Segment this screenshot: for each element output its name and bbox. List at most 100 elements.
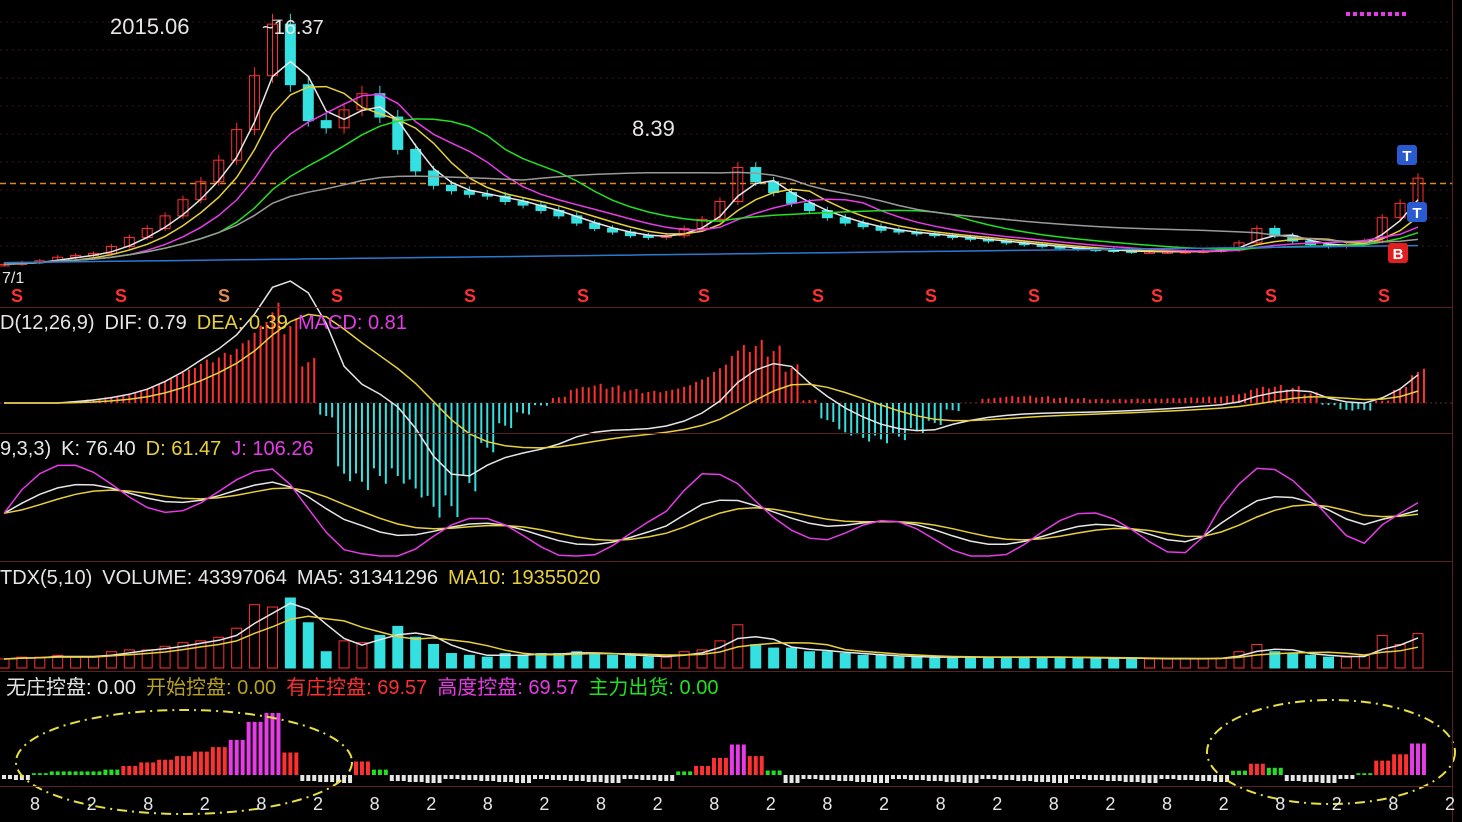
volume-bar xyxy=(624,654,636,669)
volume-bar xyxy=(589,653,601,669)
volume-bar xyxy=(660,656,672,669)
x-tick-label: 2 xyxy=(1218,794,1229,814)
x-tick-label: 8 xyxy=(143,794,154,814)
vol-ma10: MA10: 19355020 xyxy=(448,567,601,589)
x-tick-label: 2 xyxy=(539,794,550,814)
volume-bar xyxy=(875,654,887,669)
kdj-legend: 9,3,3) K: 76.40 D: 61.47 J: 106.26 xyxy=(0,438,324,460)
x-tick-label: 8 xyxy=(596,794,607,814)
volume-bar xyxy=(1233,651,1245,669)
volume-bar xyxy=(195,640,207,669)
kdj-d: D: 61.47 xyxy=(145,438,222,460)
sell-marker: S xyxy=(218,286,230,306)
ctrl-none: 无庄控盘: 0.00 xyxy=(6,677,137,699)
volume-bar xyxy=(607,654,619,669)
volume-bar xyxy=(392,625,404,669)
volume-bar xyxy=(929,656,941,669)
right-border xyxy=(1452,0,1453,822)
volume-bar xyxy=(481,656,493,669)
volume-bar xyxy=(1394,643,1406,669)
volume-bar xyxy=(768,647,780,669)
volume-bar xyxy=(1000,656,1012,669)
ctrl-has: 有庄控盘: 69.57 xyxy=(286,677,428,699)
candle-body xyxy=(445,184,457,192)
kdj-j: J: 106.26 xyxy=(231,438,314,460)
macd-dea-line xyxy=(4,313,1419,449)
x-tick-label: 8 xyxy=(482,794,493,814)
macd-prefix: D(12,26,9) xyxy=(0,312,95,334)
x-tick-label: 8 xyxy=(1388,794,1399,814)
volume-bar xyxy=(410,636,422,669)
sell-marker: S xyxy=(331,286,343,306)
volume-bar xyxy=(1018,656,1030,669)
ctrl-high: 高度控盘: 69.57 xyxy=(437,677,579,699)
divider-kdj-vol xyxy=(0,561,1452,562)
volume-bar xyxy=(642,656,654,669)
x-tick-label: 2 xyxy=(1105,794,1116,814)
volume-bar xyxy=(302,622,314,669)
b-marker-text: B xyxy=(1393,246,1404,263)
volume-bar xyxy=(1144,658,1156,669)
x-tick-label: 2 xyxy=(992,794,1003,814)
volume-bar xyxy=(1108,657,1120,669)
x-tick-label: 2 xyxy=(426,794,437,814)
x-tick-label: 2 xyxy=(1445,794,1456,814)
ma-line-magenta xyxy=(3,93,1419,266)
volume-bar xyxy=(1251,643,1263,669)
volume-bar xyxy=(1161,658,1173,669)
volume-bar xyxy=(893,656,905,669)
x-tick-label: 2 xyxy=(86,794,97,814)
peak-value-label: ~16.37 xyxy=(262,17,324,39)
kdj-j-line xyxy=(3,464,1419,557)
volume-bar xyxy=(965,656,977,669)
volume-bar xyxy=(1036,656,1048,669)
sell-marker: S xyxy=(1265,286,1277,306)
volume-bar xyxy=(553,653,565,669)
x-tick-label: 2 xyxy=(199,794,210,814)
volume-bar xyxy=(535,653,547,669)
ma-line-blue xyxy=(3,244,1419,264)
candle-body xyxy=(320,120,332,129)
edge-label: 7/1 xyxy=(2,270,25,287)
volume-bar xyxy=(463,654,475,669)
volume-bar xyxy=(338,640,350,669)
t-marker-text: T xyxy=(1412,205,1421,222)
sell-marker: S xyxy=(464,286,476,306)
kdj-k: K: 76.40 xyxy=(61,438,136,460)
ctrl-start: 开始控盘: 0.00 xyxy=(146,677,277,699)
divider-ctrl-axis xyxy=(0,786,1452,787)
volume-ma5-line xyxy=(3,602,1419,660)
volume-bar xyxy=(517,654,529,669)
sell-marker: S xyxy=(698,286,710,306)
volume-bar xyxy=(428,643,440,669)
volume-bar xyxy=(982,656,994,669)
volume-bar xyxy=(1215,657,1227,669)
sell-marker: S xyxy=(1028,286,1040,306)
volume-bar xyxy=(857,654,869,669)
volume-bar xyxy=(1305,654,1317,669)
x-tick-label: 8 xyxy=(1048,794,1059,814)
t-marker-text: T xyxy=(1402,148,1411,165)
candle-body xyxy=(428,170,440,186)
macd-dea: DEA: 0.39 xyxy=(196,312,288,334)
x-tick-label: 8 xyxy=(1162,794,1173,814)
volume-bar xyxy=(1054,656,1066,669)
candle-body xyxy=(302,84,314,122)
volume-bar xyxy=(1179,658,1191,669)
volume-bar xyxy=(1072,657,1084,669)
sell-marker: S xyxy=(115,286,127,306)
x-tick-label: 8 xyxy=(256,794,267,814)
volume-bar xyxy=(1090,657,1102,669)
sell-marker: S xyxy=(812,286,824,306)
divider-price-macd xyxy=(0,307,1452,308)
macd-value: MACD: 0.81 xyxy=(297,312,407,334)
x-tick-label: 2 xyxy=(879,794,890,814)
sell-marker: S xyxy=(1151,286,1163,306)
volume-bar xyxy=(1287,653,1299,669)
divider-vol-ctrl xyxy=(0,671,1452,672)
volume-bar xyxy=(87,656,99,669)
x-tick-label: 8 xyxy=(369,794,380,814)
x-tick-label: 2 xyxy=(313,794,324,814)
volume-bar xyxy=(1340,656,1352,669)
peak-date-label: 2015.06 xyxy=(110,14,190,39)
